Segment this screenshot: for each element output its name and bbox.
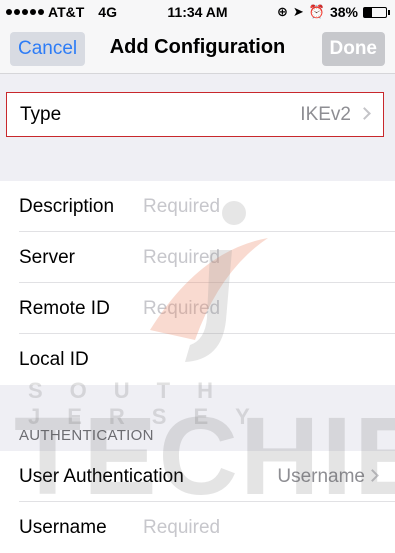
status-right: ⊕ ➤ ⏰ 38% (276, 4, 390, 20)
authentication-group: User Authentication Username Username Re… (0, 451, 395, 553)
config-group: Description Required Server Required Rem… (0, 181, 395, 385)
battery-icon (363, 6, 390, 18)
type-label: Type (20, 104, 62, 125)
battery-percent: 38% (329, 4, 358, 20)
watermark-line1: SOUTH JERSEY (28, 378, 277, 429)
status-bar: AT&T 4G 11:34 AM ⊕ ➤ ⏰ 38% (0, 0, 395, 24)
server-row[interactable]: Server Required (0, 232, 395, 283)
server-label: Server (19, 247, 75, 268)
rotation-lock-icon: ⊕ (276, 4, 288, 19)
description-row[interactable]: Description Required (0, 181, 395, 232)
user-authentication-label: User Authentication (19, 466, 184, 487)
remote-id-label: Remote ID (19, 298, 110, 319)
chevron-right-icon (366, 469, 379, 482)
local-id-row[interactable]: Local ID (0, 334, 395, 385)
username-row[interactable]: Username Required (0, 502, 395, 553)
type-value: IKEv2 (300, 104, 351, 125)
local-id-label: Local ID (19, 349, 89, 370)
alarm-icon: ⏰ (308, 4, 325, 19)
description-field[interactable]: Required (143, 181, 220, 232)
username-label: Username (19, 517, 107, 538)
description-label: Description (19, 196, 115, 217)
chevron-right-icon (358, 107, 371, 120)
type-row[interactable]: Type IKEv2 (6, 92, 384, 137)
remote-id-row[interactable]: Remote ID Required (0, 283, 395, 334)
authentication-section-header: AUTHENTICATION (19, 427, 154, 444)
location-arrow-icon: ➤ (292, 4, 304, 19)
server-field[interactable]: Required (143, 232, 220, 283)
user-authentication-row[interactable]: User Authentication Username (0, 451, 395, 502)
username-field[interactable]: Required (143, 502, 220, 553)
user-authentication-value: Username (277, 466, 365, 487)
navigation-bar: Cancel Add Configuration Done (0, 24, 395, 74)
remote-id-field[interactable]: Required (143, 283, 220, 334)
done-button[interactable]: Done (321, 32, 385, 66)
